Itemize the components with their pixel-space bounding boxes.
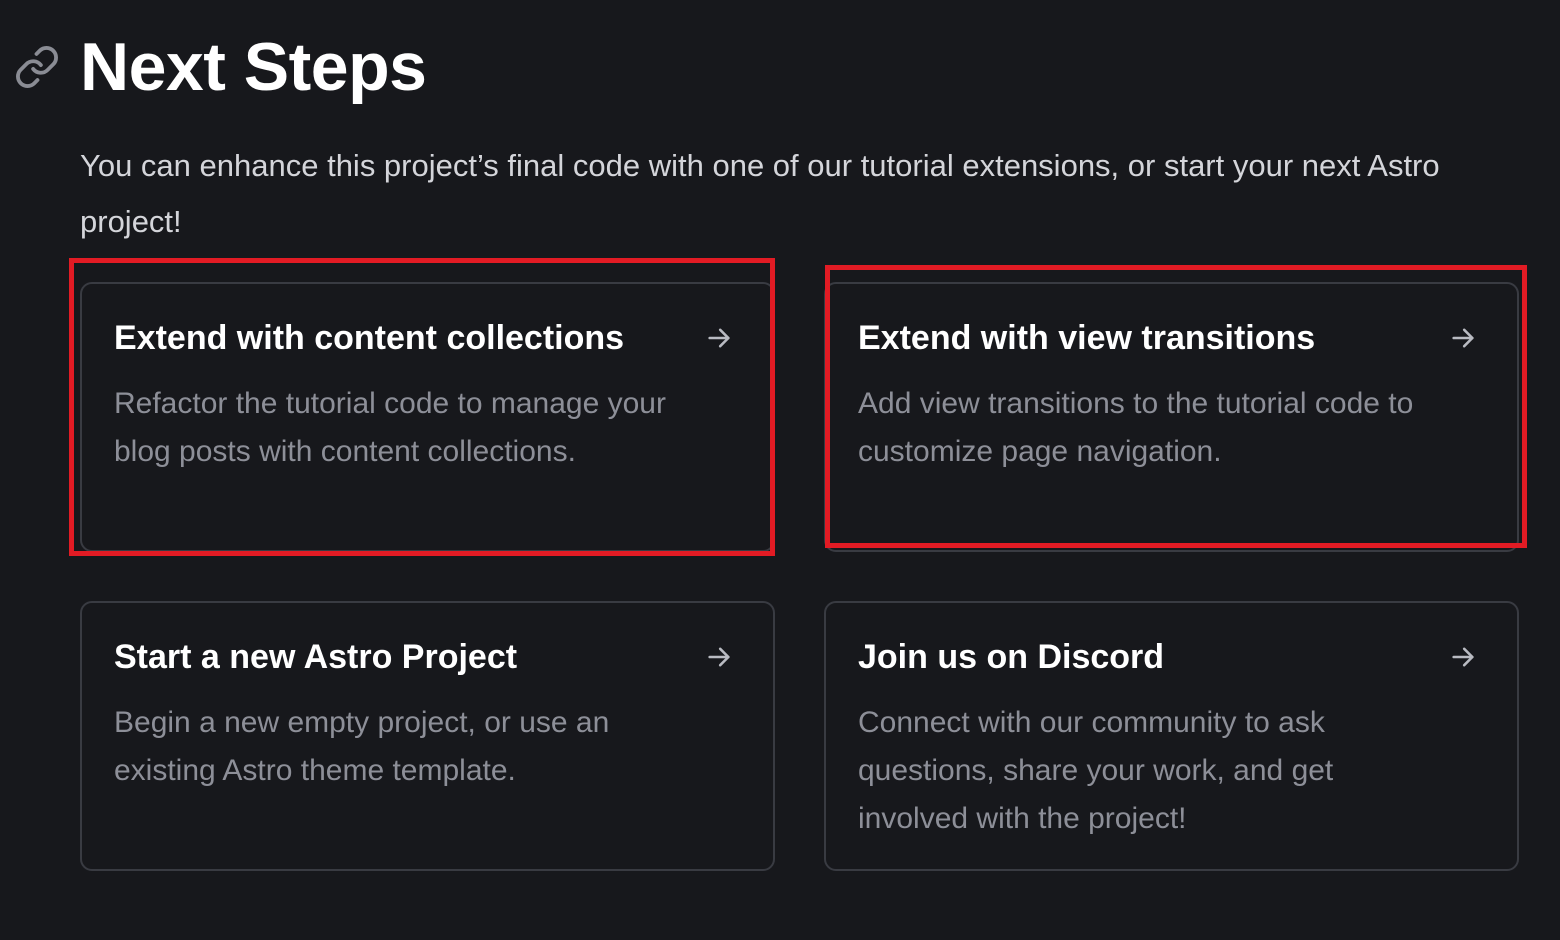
heading-anchor-link[interactable] [12, 42, 62, 92]
arrow-right-icon [1452, 647, 1474, 667]
card-title: Extend with content collections [114, 319, 625, 357]
card-description: Add view transitions to the tutorial cod… [858, 387, 1414, 468]
card-description: Connect with our community to ask questi… [858, 706, 1334, 835]
card-view-transitions[interactable]: Extend with view transitions Add view tr… [824, 282, 1519, 552]
card-description: Refactor the tutorial code to manage you… [114, 387, 666, 468]
arrow-right-icon [708, 647, 730, 667]
card-title: Extend with view transitions [858, 319, 1316, 357]
arrow-right-icon [1452, 328, 1474, 348]
page: Next Steps You can enhance this project’… [0, 0, 1560, 940]
card-join-discord[interactable]: Join us on Discord Connect with our comm… [824, 601, 1519, 871]
page-title: Next Steps [80, 29, 427, 105]
intro-paragraph: You can enhance this project’s final cod… [80, 148, 1440, 239]
link-icon [16, 46, 58, 88]
heading-row: Next Steps [12, 22, 427, 112]
card-content-collections[interactable]: Extend with content collections Refactor… [80, 282, 775, 552]
card-title: Join us on Discord [858, 638, 1165, 676]
card-title: Start a new Astro Project [114, 638, 518, 676]
card-new-astro-project[interactable]: Start a new Astro Project Begin a new em… [80, 601, 775, 871]
arrow-right-icon [708, 328, 730, 348]
card-description: Begin a new empty project, or use an exi… [114, 706, 610, 787]
